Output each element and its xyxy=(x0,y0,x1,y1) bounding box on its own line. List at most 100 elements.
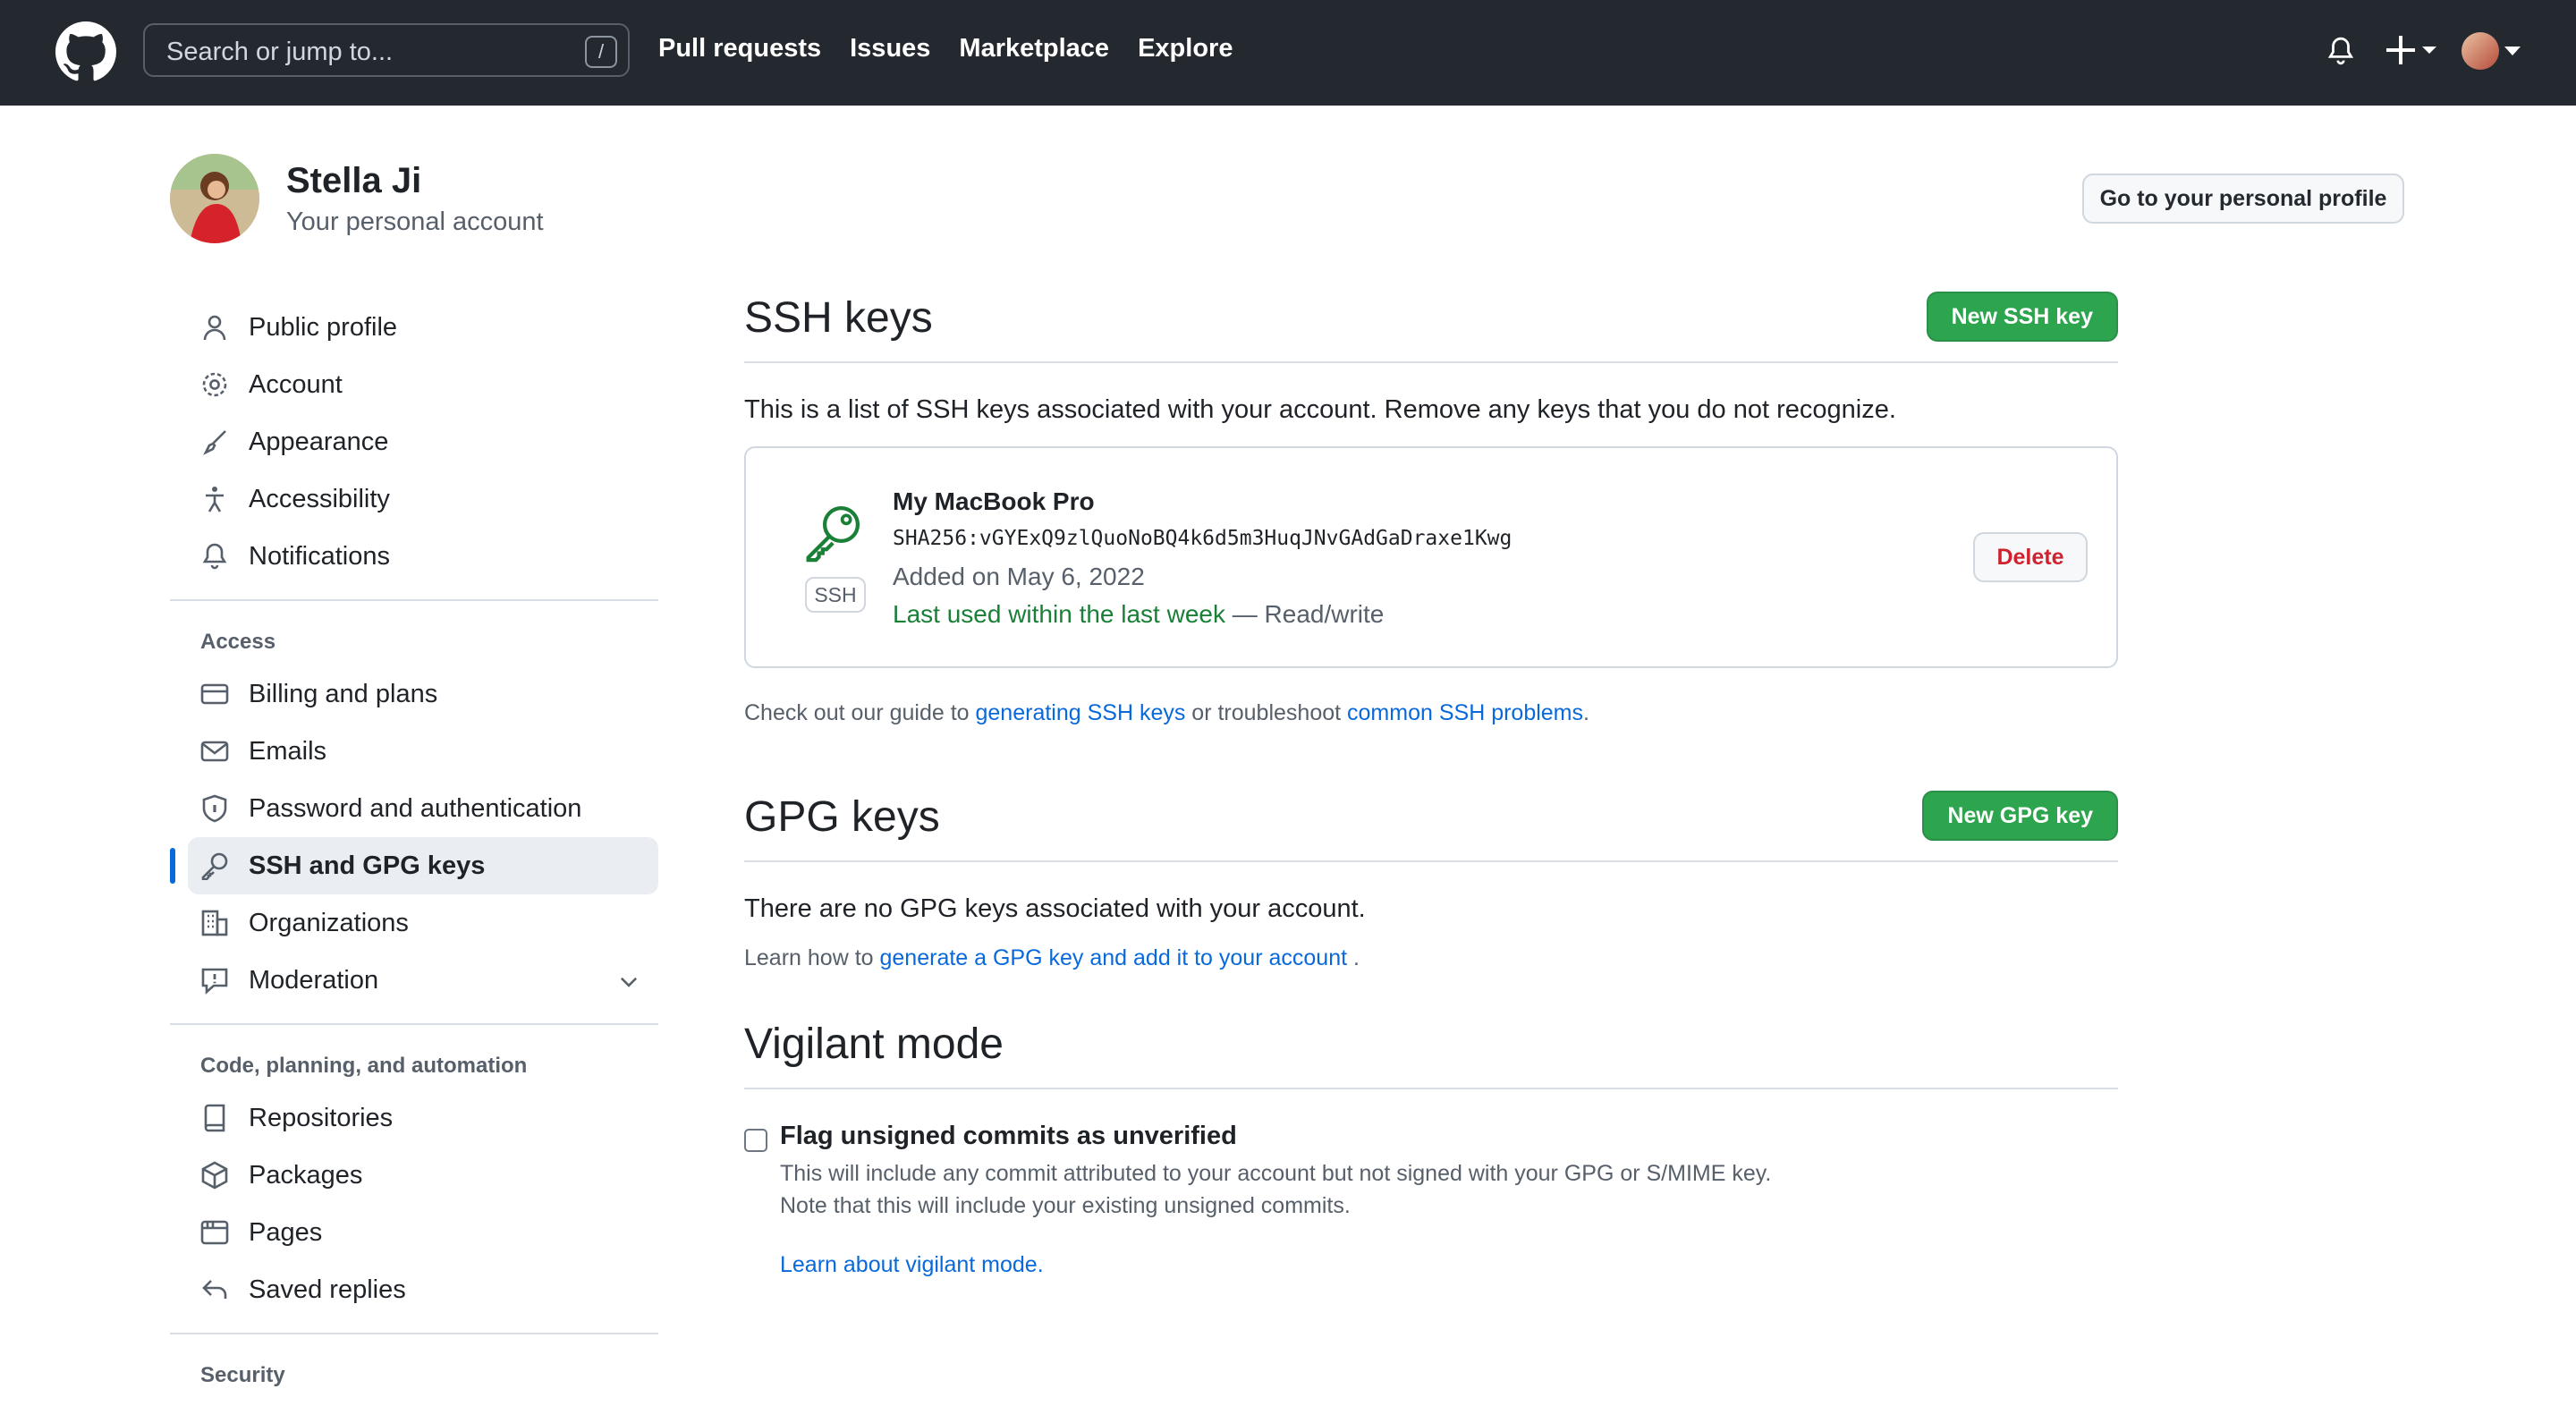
sidebar-item-label: SSH and GPG keys xyxy=(249,851,486,880)
sidebar-item-label: Saved replies xyxy=(249,1275,406,1304)
chevron-down-icon[interactable] xyxy=(617,970,640,993)
flag-unsigned-commits-row: Flag unsigned commits as unverified xyxy=(744,1120,2118,1156)
paintbrush-icon xyxy=(203,430,226,455)
ssh-keys-header: SSH keys New SSH key xyxy=(744,286,2118,363)
gpg-keys-header: GPG keys New GPG key xyxy=(744,785,2118,862)
gpg-keys-title: GPG keys xyxy=(744,793,940,841)
package-icon xyxy=(201,1161,228,1190)
mail-icon xyxy=(200,741,229,762)
vigilant-mode-title: Vigilant mode xyxy=(744,1021,1004,1068)
flag-unsigned-commits-label[interactable]: Flag unsigned commits as unverified xyxy=(780,1122,1237,1151)
shield-lock-icon xyxy=(202,794,227,823)
nav-issues[interactable]: Issues xyxy=(850,34,930,64)
flag-unsigned-commits-checkbox[interactable] xyxy=(744,1129,767,1152)
ssh-help-prefix: Check out our guide to xyxy=(744,700,976,725)
sidebar-heading-code: Code, planning, and automation xyxy=(200,1054,528,1078)
generating-ssh-keys-link[interactable]: generating SSH keys xyxy=(976,700,1186,725)
ssh-help-mid: or troubleshoot xyxy=(1185,700,1348,725)
sidebar-item-notifications[interactable]: Notifications xyxy=(170,528,658,585)
sidebar-divider xyxy=(170,1023,658,1025)
sidebar-item-label: Billing and plans xyxy=(249,679,438,708)
gpg-help-prefix: Learn how to xyxy=(744,945,880,970)
search-input[interactable]: Search or jump to... / xyxy=(143,23,630,77)
bell-icon xyxy=(202,543,227,570)
accessibility-icon xyxy=(206,487,224,512)
nav-marketplace[interactable]: Marketplace xyxy=(959,34,1109,64)
ssh-key-last-used: Last used within the last week — Read/wr… xyxy=(893,600,1384,629)
sidebar-divider xyxy=(170,1333,658,1334)
main-content: SSH keys New SSH key This is a list of S… xyxy=(744,286,2118,1278)
user-avatar-menu[interactable] xyxy=(2462,32,2499,70)
create-new-icon[interactable] xyxy=(2383,32,2438,68)
sidebar-item-label: Packages xyxy=(249,1160,363,1190)
bell-icon[interactable] xyxy=(2326,34,2356,68)
person-icon xyxy=(203,315,226,341)
sidebar-item-label: Organizations xyxy=(249,908,409,937)
sidebar-item-emails[interactable]: Emails xyxy=(170,723,658,780)
ssh-key-card: SSH My MacBook Pro SHA256:vGYExQ9zlQuoNo… xyxy=(744,446,2118,668)
sidebar-item-saved-replies[interactable]: Saved replies xyxy=(170,1261,658,1318)
vigilant-desc-2: Note that this will include your existin… xyxy=(780,1193,1351,1218)
sidebar-heading-security: Security xyxy=(200,1363,285,1387)
gpg-help-text: Learn how to generate a GPG key and add … xyxy=(744,945,2118,971)
sidebar-item-repositories[interactable]: Repositories xyxy=(170,1089,658,1147)
ssh-key-fingerprint: SHA256:vGYExQ9zlQuoNoBQ4k6d5m3HuqJNvGAdG… xyxy=(893,527,1513,550)
report-icon xyxy=(201,968,228,995)
delete-ssh-key-button[interactable]: Delete xyxy=(1973,532,2088,582)
ssh-keys-description: This is a list of SSH keys associated wi… xyxy=(744,395,1896,424)
sidebar-item-moderation[interactable]: Moderation xyxy=(170,952,658,1009)
ssh-help-suffix: . xyxy=(1583,700,1589,725)
sidebar-item-ssh-gpg-keys[interactable]: SSH and GPG keys xyxy=(170,837,658,894)
new-gpg-key-button[interactable]: New GPG key xyxy=(1922,791,2118,841)
profile-avatar[interactable] xyxy=(170,154,259,243)
vigilant-mode-header: Vigilant mode xyxy=(744,1012,2118,1089)
avatar-photo-icon xyxy=(170,154,259,243)
sidebar-item-label: Account xyxy=(249,369,343,399)
sidebar-heading-access: Access xyxy=(200,630,276,654)
generate-gpg-key-link[interactable]: generate a GPG key and add it to your ac… xyxy=(880,945,1348,970)
reply-icon xyxy=(202,1280,227,1299)
ssh-key-last-used-text: Last used within the last week xyxy=(893,600,1225,628)
ssh-type-badge: SSH xyxy=(805,577,866,613)
sidebar-item-label: Notifications xyxy=(249,541,390,571)
organization-icon xyxy=(201,910,228,936)
gear-icon xyxy=(202,372,227,397)
sidebar-item-label: Accessibility xyxy=(249,484,390,513)
vigilant-mode-section: Vigilant mode Flag unsigned commits as u… xyxy=(744,1012,2118,1278)
go-to-profile-button[interactable]: Go to your personal profile xyxy=(2082,174,2404,224)
sidebar-item-label: Emails xyxy=(249,736,327,766)
nav-pull-requests[interactable]: Pull requests xyxy=(658,34,821,64)
sidebar-item-label: Moderation xyxy=(249,965,379,995)
search-shortcut-key: / xyxy=(585,36,617,68)
sidebar-divider xyxy=(170,599,658,601)
sidebar-item-organizations[interactable]: Organizations xyxy=(170,894,658,952)
search-placeholder: Search or jump to... xyxy=(166,38,394,66)
sidebar-item-account[interactable]: Account xyxy=(170,356,658,413)
learn-vigilant-mode-link[interactable]: Learn about vigilant mode. xyxy=(780,1252,1044,1277)
sidebar-item-public-profile[interactable]: Public profile xyxy=(170,299,658,356)
browser-icon xyxy=(200,1220,229,1245)
sidebar-item-label: Repositories xyxy=(249,1103,394,1132)
profile-subtitle: Your personal account xyxy=(286,208,544,236)
nav-explore[interactable]: Explore xyxy=(1138,34,1233,64)
sidebar-item-label: Pages xyxy=(249,1217,323,1247)
common-ssh-problems-link[interactable]: common SSH problems xyxy=(1347,700,1583,725)
gpg-help-suffix: . xyxy=(1347,945,1360,970)
vigilant-desc-1: This will include any commit attributed … xyxy=(780,1161,1772,1186)
sidebar-item-packages[interactable]: Packages xyxy=(170,1147,658,1204)
sidebar-item-billing[interactable]: Billing and plans xyxy=(170,665,658,723)
gpg-keys-empty-text: There are no GPG keys associated with yo… xyxy=(744,894,1366,923)
top-nav: Pull requests Issues Marketplace Explore xyxy=(658,34,1233,64)
chevron-down-icon[interactable] xyxy=(2504,45,2521,57)
key-icon xyxy=(201,852,228,880)
ssh-help-text: Check out our guide to generating SSH ke… xyxy=(744,700,2118,726)
new-ssh-key-button[interactable]: New SSH key xyxy=(1926,292,2118,342)
top-header: Search or jump to... / Pull requests Iss… xyxy=(0,0,2576,106)
sidebar-item-accessibility[interactable]: Accessibility xyxy=(170,470,658,528)
sidebar-item-pages[interactable]: Pages xyxy=(170,1204,658,1261)
github-logo-icon[interactable] xyxy=(55,21,116,82)
sidebar-item-label: Appearance xyxy=(249,427,389,456)
sidebar-item-appearance[interactable]: Appearance xyxy=(170,413,658,470)
sidebar-item-password-auth[interactable]: Password and authentication xyxy=(170,780,658,837)
ssh-keys-section: SSH keys New SSH key This is a list of S… xyxy=(744,286,2118,726)
